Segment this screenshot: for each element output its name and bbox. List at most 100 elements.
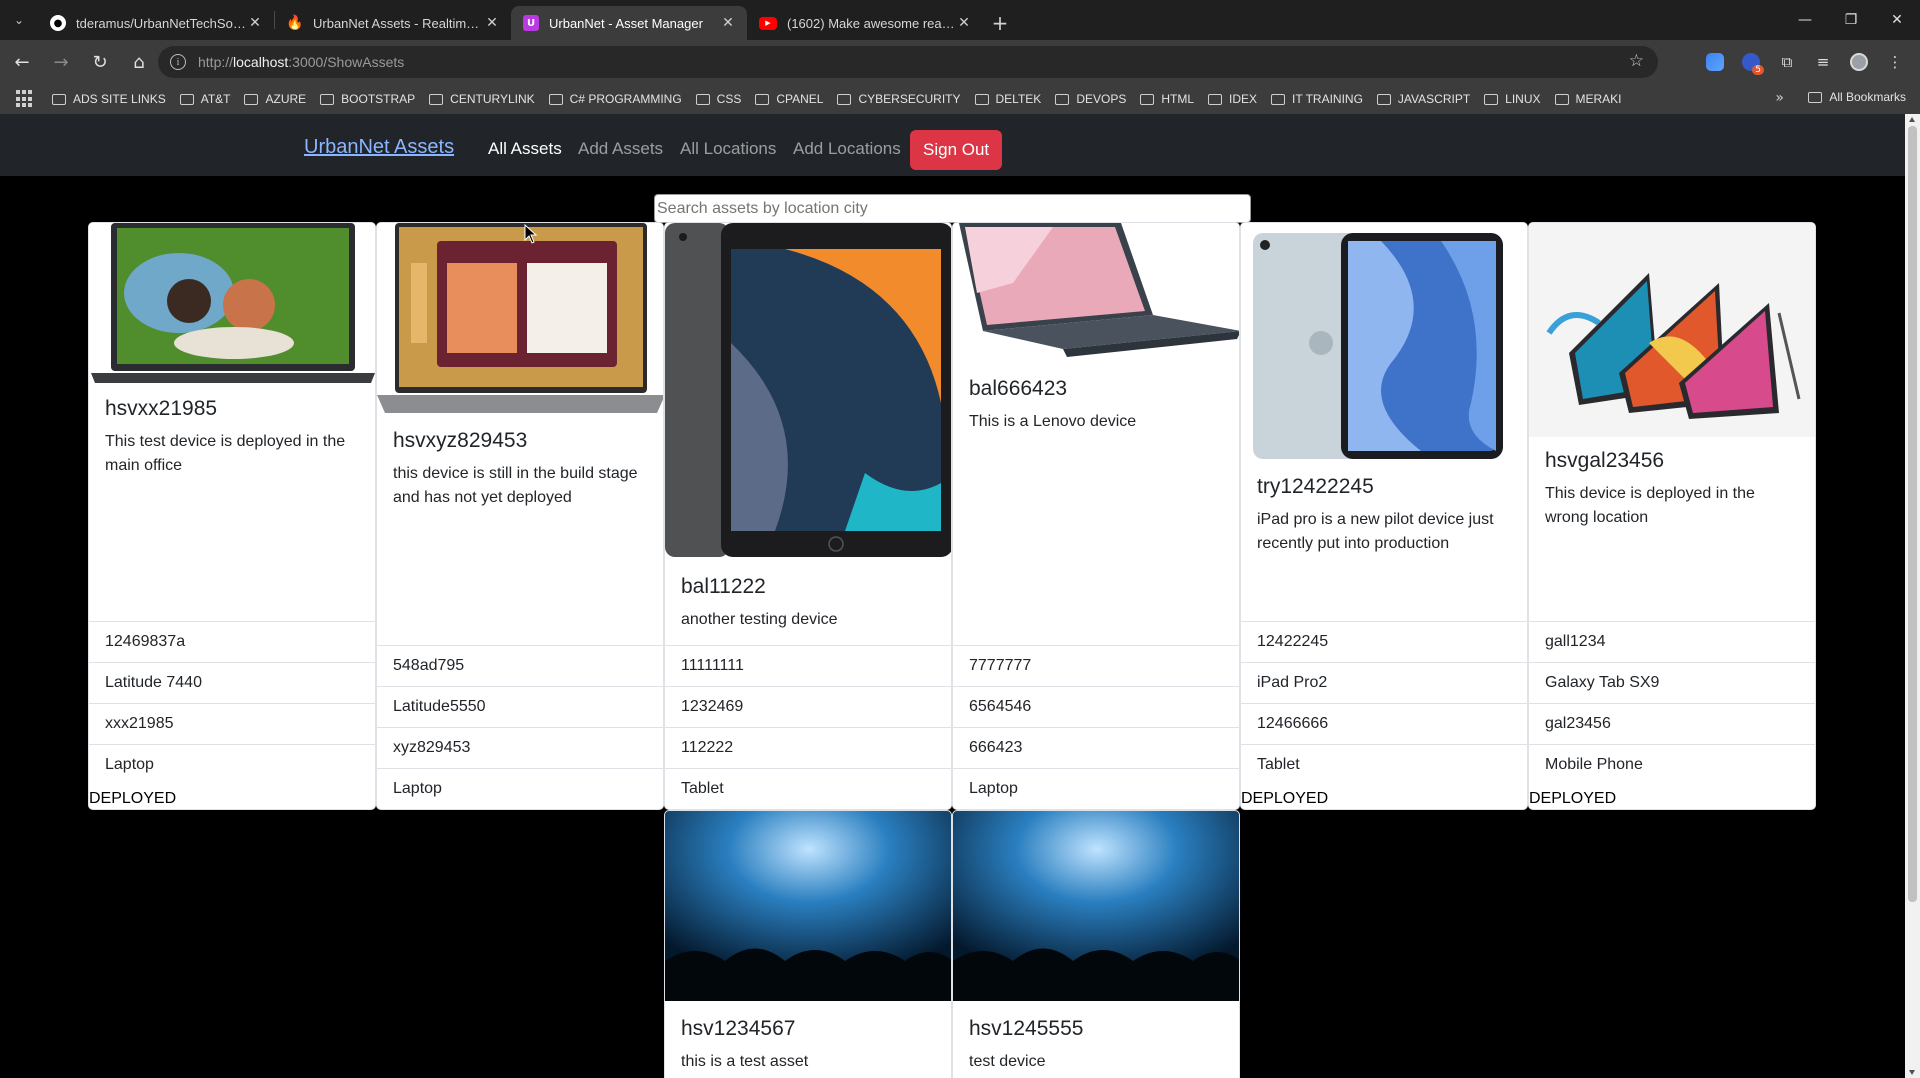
bookmark-folder[interactable]: AZURE — [244, 92, 306, 106]
bookmark-folder[interactable]: JAVASCRIPT — [1376, 92, 1470, 106]
tab-title: UrbanNet Assets - Realtime Da — [313, 15, 483, 31]
bookmark-folder[interactable]: CYBERSECURITY — [837, 92, 961, 106]
browser-menu-icon[interactable]: ⋮ — [1880, 47, 1910, 77]
page-scrollbar[interactable] — [1905, 114, 1920, 1078]
nav-add-assets[interactable]: Add Assets — [578, 139, 663, 159]
scroll-up-icon[interactable] — [1909, 117, 1915, 122]
media-controls-icon[interactable]: ≡ — [1808, 47, 1838, 77]
asset-image-photo — [665, 811, 951, 1001]
asset-serial: 7777777 — [953, 645, 1239, 686]
asset-image-laptop — [377, 223, 663, 417]
nav-all-assets[interactable]: All Assets — [488, 139, 562, 159]
all-bookmarks[interactable]: All Bookmarks — [1808, 90, 1906, 104]
close-window-icon[interactable]: ✕ — [1874, 0, 1920, 40]
bookmark-folder[interactable]: IT TRAINING — [1271, 92, 1363, 106]
asset-tag: 12466666 — [1241, 703, 1527, 744]
folder-icon — [837, 93, 852, 105]
bookmark-folder[interactable]: CSS — [695, 92, 741, 106]
forward-icon[interactable]: → — [43, 44, 79, 80]
folder-icon — [1208, 93, 1222, 105]
folder-icon — [320, 93, 335, 105]
home-icon[interactable]: ⌂ — [121, 44, 157, 80]
more-bookmarks-icon[interactable]: » — [1775, 90, 1784, 106]
asset-image-laptop — [89, 223, 375, 385]
bookmark-folder[interactable]: CENTURYLINK — [429, 92, 535, 106]
app-navbar: UrbanNet Assets All Assets Add Assets Al… — [0, 114, 1905, 176]
bookmark-folder[interactable]: ADS SITE LINKS — [52, 92, 166, 106]
concert-photo — [665, 811, 951, 1001]
ipad-pro-blue — [1253, 233, 1503, 459]
minimize-icon[interactable]: — — [1782, 0, 1828, 40]
restore-icon[interactable]: ❐ — [1828, 0, 1874, 40]
bookmark-folder[interactable]: C# PROGRAMMING — [548, 92, 682, 106]
tab-youtube[interactable]: ▶ (1602) Make awesome readme. ✕ — [747, 6, 983, 40]
brand-link[interactable]: UrbanNet Assets — [304, 136, 454, 159]
bookmark-folder[interactable]: MERAKI — [1554, 92, 1622, 106]
profile-avatar-icon[interactable] — [1844, 47, 1874, 77]
tab-firebase[interactable]: 🔥 UrbanNet Assets - Realtime Da ✕ — [275, 6, 511, 40]
tab-asset-manager[interactable]: U UrbanNet - Asset Manager ✕ — [511, 6, 747, 40]
asset-card: bal11222 another testing device 11111111… — [664, 222, 952, 810]
tab-title: UrbanNet - Asset Manager — [549, 15, 703, 31]
asset-name: hsv1245555 — [969, 1017, 1084, 1040]
location-search-input[interactable] — [654, 194, 1251, 223]
address-bar[interactable]: i http://localhost:3000/ShowAssets ☆ — [158, 46, 1658, 78]
asset-description: This test device is deployed in the main… — [105, 433, 346, 474]
new-tab-icon[interactable]: + — [983, 6, 1017, 40]
scroll-down-icon[interactable] — [1909, 1070, 1915, 1075]
asset-serial: gall1234 — [1529, 621, 1815, 662]
asset-serial: 11111111 — [665, 645, 951, 686]
asset-name: bal11222 — [681, 575, 766, 598]
folder-icon — [1140, 93, 1155, 105]
tab-title: (1602) Make awesome readme. — [787, 15, 955, 31]
bookmark-folder[interactable]: LINUX — [1484, 92, 1541, 106]
site-info-icon[interactable]: i — [170, 54, 186, 70]
copilot-icon[interactable] — [1700, 47, 1730, 77]
extension-badge-icon[interactable]: 5 — [1736, 47, 1766, 77]
asset-name: try12422245 — [1257, 475, 1374, 498]
reload-icon[interactable]: ↻ — [82, 44, 118, 80]
asset-card: hsv1245555 test device — [952, 810, 1240, 1078]
bookmark-folder[interactable]: BOOTSTRAP — [320, 92, 415, 106]
bookmark-folder[interactable]: AT&T — [179, 92, 230, 106]
bookmark-label: DELTEK — [995, 92, 1042, 106]
close-tab-icon[interactable]: ✕ — [483, 15, 501, 31]
scrollbar-thumb[interactable] — [1908, 126, 1917, 902]
puzzle-extensions-icon[interactable]: ⧉ — [1772, 47, 1802, 77]
asset-type: Laptop — [377, 768, 663, 809]
status-badge: DEPLOYED — [1529, 790, 1617, 807]
apps-grid-icon[interactable] — [16, 90, 34, 108]
asset-model: Galaxy Tab SX9 — [1529, 662, 1815, 703]
bookmark-folder[interactable]: IDEX — [1208, 92, 1257, 106]
asset-details-list: 12422245 iPad Pro2 12466666 Tablet — [1241, 621, 1527, 785]
close-tab-icon[interactable]: ✕ — [719, 15, 737, 31]
folder-icon — [695, 93, 710, 105]
bookmark-star-icon[interactable]: ☆ — [1629, 51, 1644, 71]
back-icon[interactable]: ← — [4, 44, 40, 80]
bookmark-folder[interactable]: HTML — [1140, 92, 1194, 106]
asset-serial: 12422245 — [1241, 621, 1527, 662]
sign-out-button[interactable]: Sign Out — [910, 130, 1003, 170]
asset-card: hsvxx21985 This test device is deployed … — [88, 222, 376, 810]
folder-icon — [244, 93, 259, 105]
asset-details-list: 548ad795 Latitude5550 xyz829453 Laptop — [377, 645, 663, 809]
tab-search-chevron-icon[interactable]: ⌄ — [0, 0, 38, 40]
dell-laptop-gold — [377, 223, 663, 413]
asset-card: hsvxyz829453 this device is still in the… — [376, 222, 664, 810]
window-controls: — ❐ ✕ — [1782, 0, 1920, 40]
nav-all-locations[interactable]: All Locations — [680, 139, 776, 159]
lenovo-2in1 — [959, 223, 1239, 357]
tab-github[interactable]: ● tderamus/UrbanNetTechSolutio ✕ — [38, 6, 274, 40]
asset-type: Tablet — [665, 768, 951, 809]
bookmark-folder[interactable]: DEVOPS — [1055, 92, 1126, 106]
asset-tag: xxx21985 — [89, 703, 375, 744]
close-tab-icon[interactable]: ✕ — [955, 15, 973, 31]
bookmark-folder[interactable]: DELTEK — [974, 92, 1042, 106]
bookmark-folder[interactable]: CPANEL — [755, 92, 823, 106]
nav-add-locations[interactable]: Add Locations — [793, 139, 901, 159]
asset-model: iPad Pro2 — [1241, 662, 1527, 703]
asset-card: hsv1234567 this is a test asset — [664, 810, 952, 1078]
close-tab-icon[interactable]: ✕ — [246, 15, 264, 31]
status-badge: DEPLOYED — [89, 790, 177, 807]
folder-icon — [1808, 91, 1823, 103]
